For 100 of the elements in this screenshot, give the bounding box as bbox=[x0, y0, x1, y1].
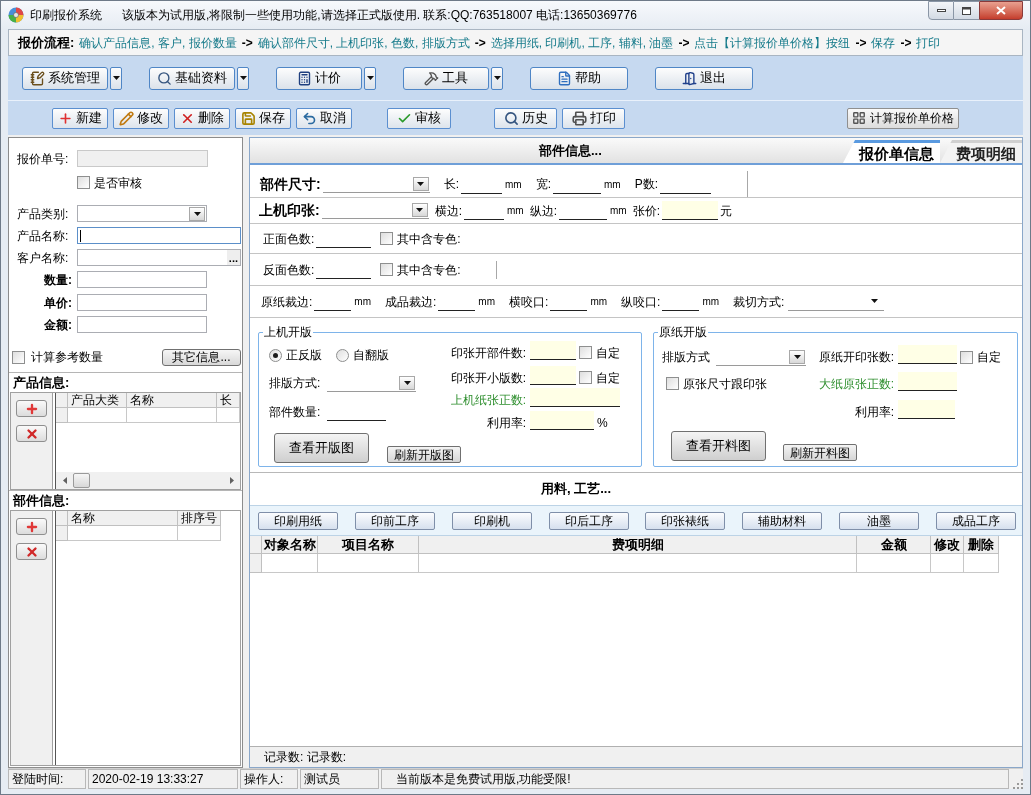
input-field[interactable]: ... bbox=[77, 249, 241, 266]
category-button[interactable]: 印刷机 bbox=[451, 511, 532, 530]
view-diagram-button[interactable]: 查看开版图 bbox=[274, 433, 369, 463]
caret-down-icon bbox=[793, 354, 801, 359]
unit-label: mm bbox=[702, 295, 720, 309]
checkbox[interactable] bbox=[579, 371, 592, 384]
table-cell bbox=[178, 526, 221, 541]
tab[interactable]: 报价单信息 bbox=[843, 140, 940, 163]
input-field[interactable] bbox=[662, 201, 719, 220]
checkbox[interactable] bbox=[380, 263, 394, 276]
toolbar-button[interactable]: 修改 bbox=[113, 107, 169, 129]
field-label: 张价: bbox=[632, 202, 661, 220]
text-cursor-icon bbox=[80, 229, 81, 242]
category-button[interactable]: 辅助材料 bbox=[742, 511, 823, 530]
radio-button[interactable] bbox=[269, 348, 282, 362]
field-label: 利用率: bbox=[486, 415, 526, 432]
toolbar-button[interactable]: 保存 bbox=[235, 107, 291, 129]
workflow-step: 打印 bbox=[916, 33, 941, 52]
view-diagram-button[interactable]: 查看开料图 bbox=[671, 431, 766, 461]
checkbox[interactable] bbox=[666, 377, 679, 390]
section-title: 产品信息: bbox=[13, 373, 70, 392]
tab[interactable]: 费项明细 bbox=[940, 140, 1022, 163]
toolbar-button[interactable]: 帮助 bbox=[530, 66, 628, 90]
toolbar-button[interactable]: 系统管理 bbox=[22, 66, 108, 90]
input-field[interactable] bbox=[898, 371, 957, 391]
row-header bbox=[56, 393, 68, 408]
window-title: 印刷报价系统 bbox=[30, 7, 102, 24]
hammer-icon bbox=[424, 70, 439, 86]
scrollbar-thumb[interactable] bbox=[73, 473, 90, 488]
caret-down-icon bbox=[416, 208, 424, 212]
field-label: 大纸原张正数: bbox=[818, 375, 894, 393]
input-field[interactable] bbox=[898, 345, 957, 364]
dropdown-arrow-button[interactable] bbox=[189, 206, 205, 221]
magnifier-icon bbox=[157, 70, 172, 86]
field-label: 反面色数: bbox=[263, 261, 315, 279]
dropdown-arrow-button[interactable] bbox=[412, 176, 429, 191]
refresh-diagram-button[interactable]: 刷新开版图 bbox=[387, 446, 461, 463]
toolbar-button[interactable]: 工具 bbox=[403, 66, 489, 90]
checkbox[interactable] bbox=[579, 346, 592, 359]
toolbar-button[interactable]: 历史 bbox=[494, 107, 557, 129]
delete-row-button[interactable] bbox=[16, 543, 47, 560]
dropdown-arrow-button[interactable] bbox=[411, 203, 428, 217]
toolbar-button[interactable]: 退出 bbox=[655, 66, 753, 90]
dropdown-field[interactable] bbox=[77, 205, 207, 222]
category-button[interactable]: 油墨 bbox=[839, 511, 920, 530]
dropdown-arrow-button[interactable] bbox=[491, 66, 503, 90]
refresh-diagram-button[interactable]: 刷新开料图 bbox=[783, 444, 857, 461]
trial-notice: 该版本为试用版,将限制一些使用功能,请选择正式版使用. 联系:QQ:763518007 电话:13650369776 bbox=[122, 7, 637, 24]
minimize-button[interactable] bbox=[928, 1, 954, 20]
radio-button[interactable] bbox=[336, 348, 349, 362]
input-field[interactable] bbox=[530, 411, 594, 430]
category-button[interactable]: 成品工序 bbox=[935, 511, 1016, 530]
toolbar-button[interactable]: 基础资料 bbox=[149, 66, 235, 90]
toolbar-button[interactable]: 审核 bbox=[387, 107, 451, 129]
dropdown-arrow-button[interactable] bbox=[364, 66, 376, 90]
close-button[interactable] bbox=[979, 1, 1023, 20]
browse-button[interactable]: ... bbox=[226, 250, 240, 265]
add-row-button[interactable] bbox=[16, 518, 47, 535]
input-field[interactable] bbox=[530, 340, 576, 360]
table-cell bbox=[217, 408, 240, 423]
category-button[interactable]: 印后工序 bbox=[548, 511, 629, 530]
workflow-arrow: -> bbox=[474, 34, 486, 52]
minimize-icon bbox=[936, 9, 946, 12]
toolbar-button[interactable]: 计价 bbox=[276, 66, 362, 90]
category-button[interactable]: 印刷用纸 bbox=[258, 511, 338, 530]
dropdown-arrow-button[interactable] bbox=[399, 375, 415, 390]
dropdown-arrow-button[interactable] bbox=[789, 349, 805, 364]
unit-label: 元 bbox=[720, 202, 733, 220]
delete-row-button[interactable] bbox=[16, 425, 47, 442]
checkbox[interactable] bbox=[12, 350, 25, 364]
dropdown-arrow-button[interactable] bbox=[237, 66, 249, 90]
input-field[interactable] bbox=[77, 271, 207, 288]
add-row-button[interactable] bbox=[16, 400, 47, 417]
toolbar-button[interactable]: 新建 bbox=[52, 107, 108, 129]
field-label: 数量: bbox=[43, 271, 73, 289]
panel-title: 部件信息... bbox=[539, 141, 602, 160]
category-button[interactable]: 印张裱纸 bbox=[645, 511, 726, 530]
toolbar-button[interactable]: 删除 bbox=[174, 107, 230, 129]
field-label: 成品裁边: bbox=[385, 293, 437, 311]
toolbar-button[interactable]: 打印 bbox=[562, 107, 625, 129]
checkbox[interactable] bbox=[77, 176, 90, 189]
plus-icon bbox=[58, 110, 73, 126]
horizontal-scrollbar[interactable] bbox=[56, 472, 240, 489]
calculate-price-button[interactable]: 计算报价单价格 bbox=[847, 107, 959, 129]
input-field[interactable] bbox=[530, 365, 576, 385]
field-label: 正面色数: bbox=[263, 230, 315, 248]
input-field[interactable] bbox=[530, 388, 620, 407]
input-field[interactable] bbox=[77, 227, 241, 244]
category-button[interactable]: 印前工序 bbox=[354, 511, 435, 530]
dropdown-arrow-button[interactable] bbox=[110, 66, 122, 90]
input-field[interactable] bbox=[77, 294, 207, 311]
maximize-button[interactable] bbox=[954, 1, 979, 20]
toolbar-button[interactable]: 取消 bbox=[296, 107, 352, 129]
checkbox[interactable] bbox=[380, 232, 394, 245]
other-info-button[interactable]: 其它信息... bbox=[162, 348, 241, 366]
grid-icon bbox=[852, 111, 866, 125]
column-header: 排序号 bbox=[178, 511, 221, 526]
checkbox[interactable] bbox=[960, 350, 973, 364]
input-field[interactable] bbox=[77, 316, 207, 333]
input-field[interactable] bbox=[898, 400, 955, 419]
